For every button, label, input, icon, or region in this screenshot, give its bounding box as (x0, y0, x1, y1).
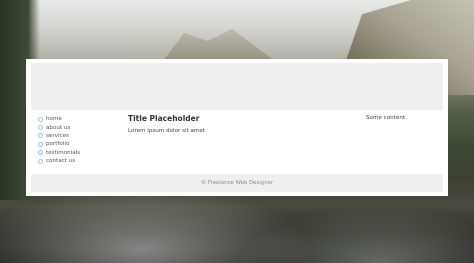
nav-link-home[interactable]: home (46, 115, 62, 123)
circle-bullet-icon (38, 150, 43, 156)
footer-text: © Freelance Web Designer (200, 180, 274, 186)
circle-bullet-icon (38, 141, 43, 147)
nav-link-portfolio[interactable]: portfolio (46, 140, 69, 148)
nav-item-about-us[interactable]: about us (38, 123, 80, 131)
main-content: Title Placeholder Lorem ipsum dolor sit … (128, 114, 328, 135)
nav-link-about-us[interactable]: about us (46, 124, 70, 132)
nav-item-services[interactable]: services (38, 132, 80, 140)
footer: © Freelance Web Designer (31, 174, 443, 192)
circle-bullet-icon (38, 133, 43, 139)
circle-bullet-icon (38, 116, 43, 122)
header-banner (31, 63, 443, 110)
circle-bullet-icon (38, 158, 43, 164)
nav-item-portfolio[interactable]: portfolio (38, 140, 80, 148)
page-title: Title Placeholder (128, 114, 200, 123)
circle-bullet-icon (38, 125, 43, 131)
page-container: home about us services portfolio testimo… (26, 59, 448, 196)
nav-item-contact-us[interactable]: contact us (38, 157, 80, 165)
body-text: Lorem ipsum dolor sit amet (128, 128, 206, 134)
sidebar-content: Some content (366, 115, 406, 121)
nav-item-testimonials[interactable]: testimonials (38, 149, 80, 157)
sidebar-nav: home about us services portfolio testimo… (38, 115, 80, 165)
nav-item-home[interactable]: home (38, 115, 80, 123)
nav-link-services[interactable]: services (46, 132, 69, 140)
nav-link-contact-us[interactable]: contact us (46, 157, 75, 165)
nav-link-testimonials[interactable]: testimonials (46, 149, 80, 157)
